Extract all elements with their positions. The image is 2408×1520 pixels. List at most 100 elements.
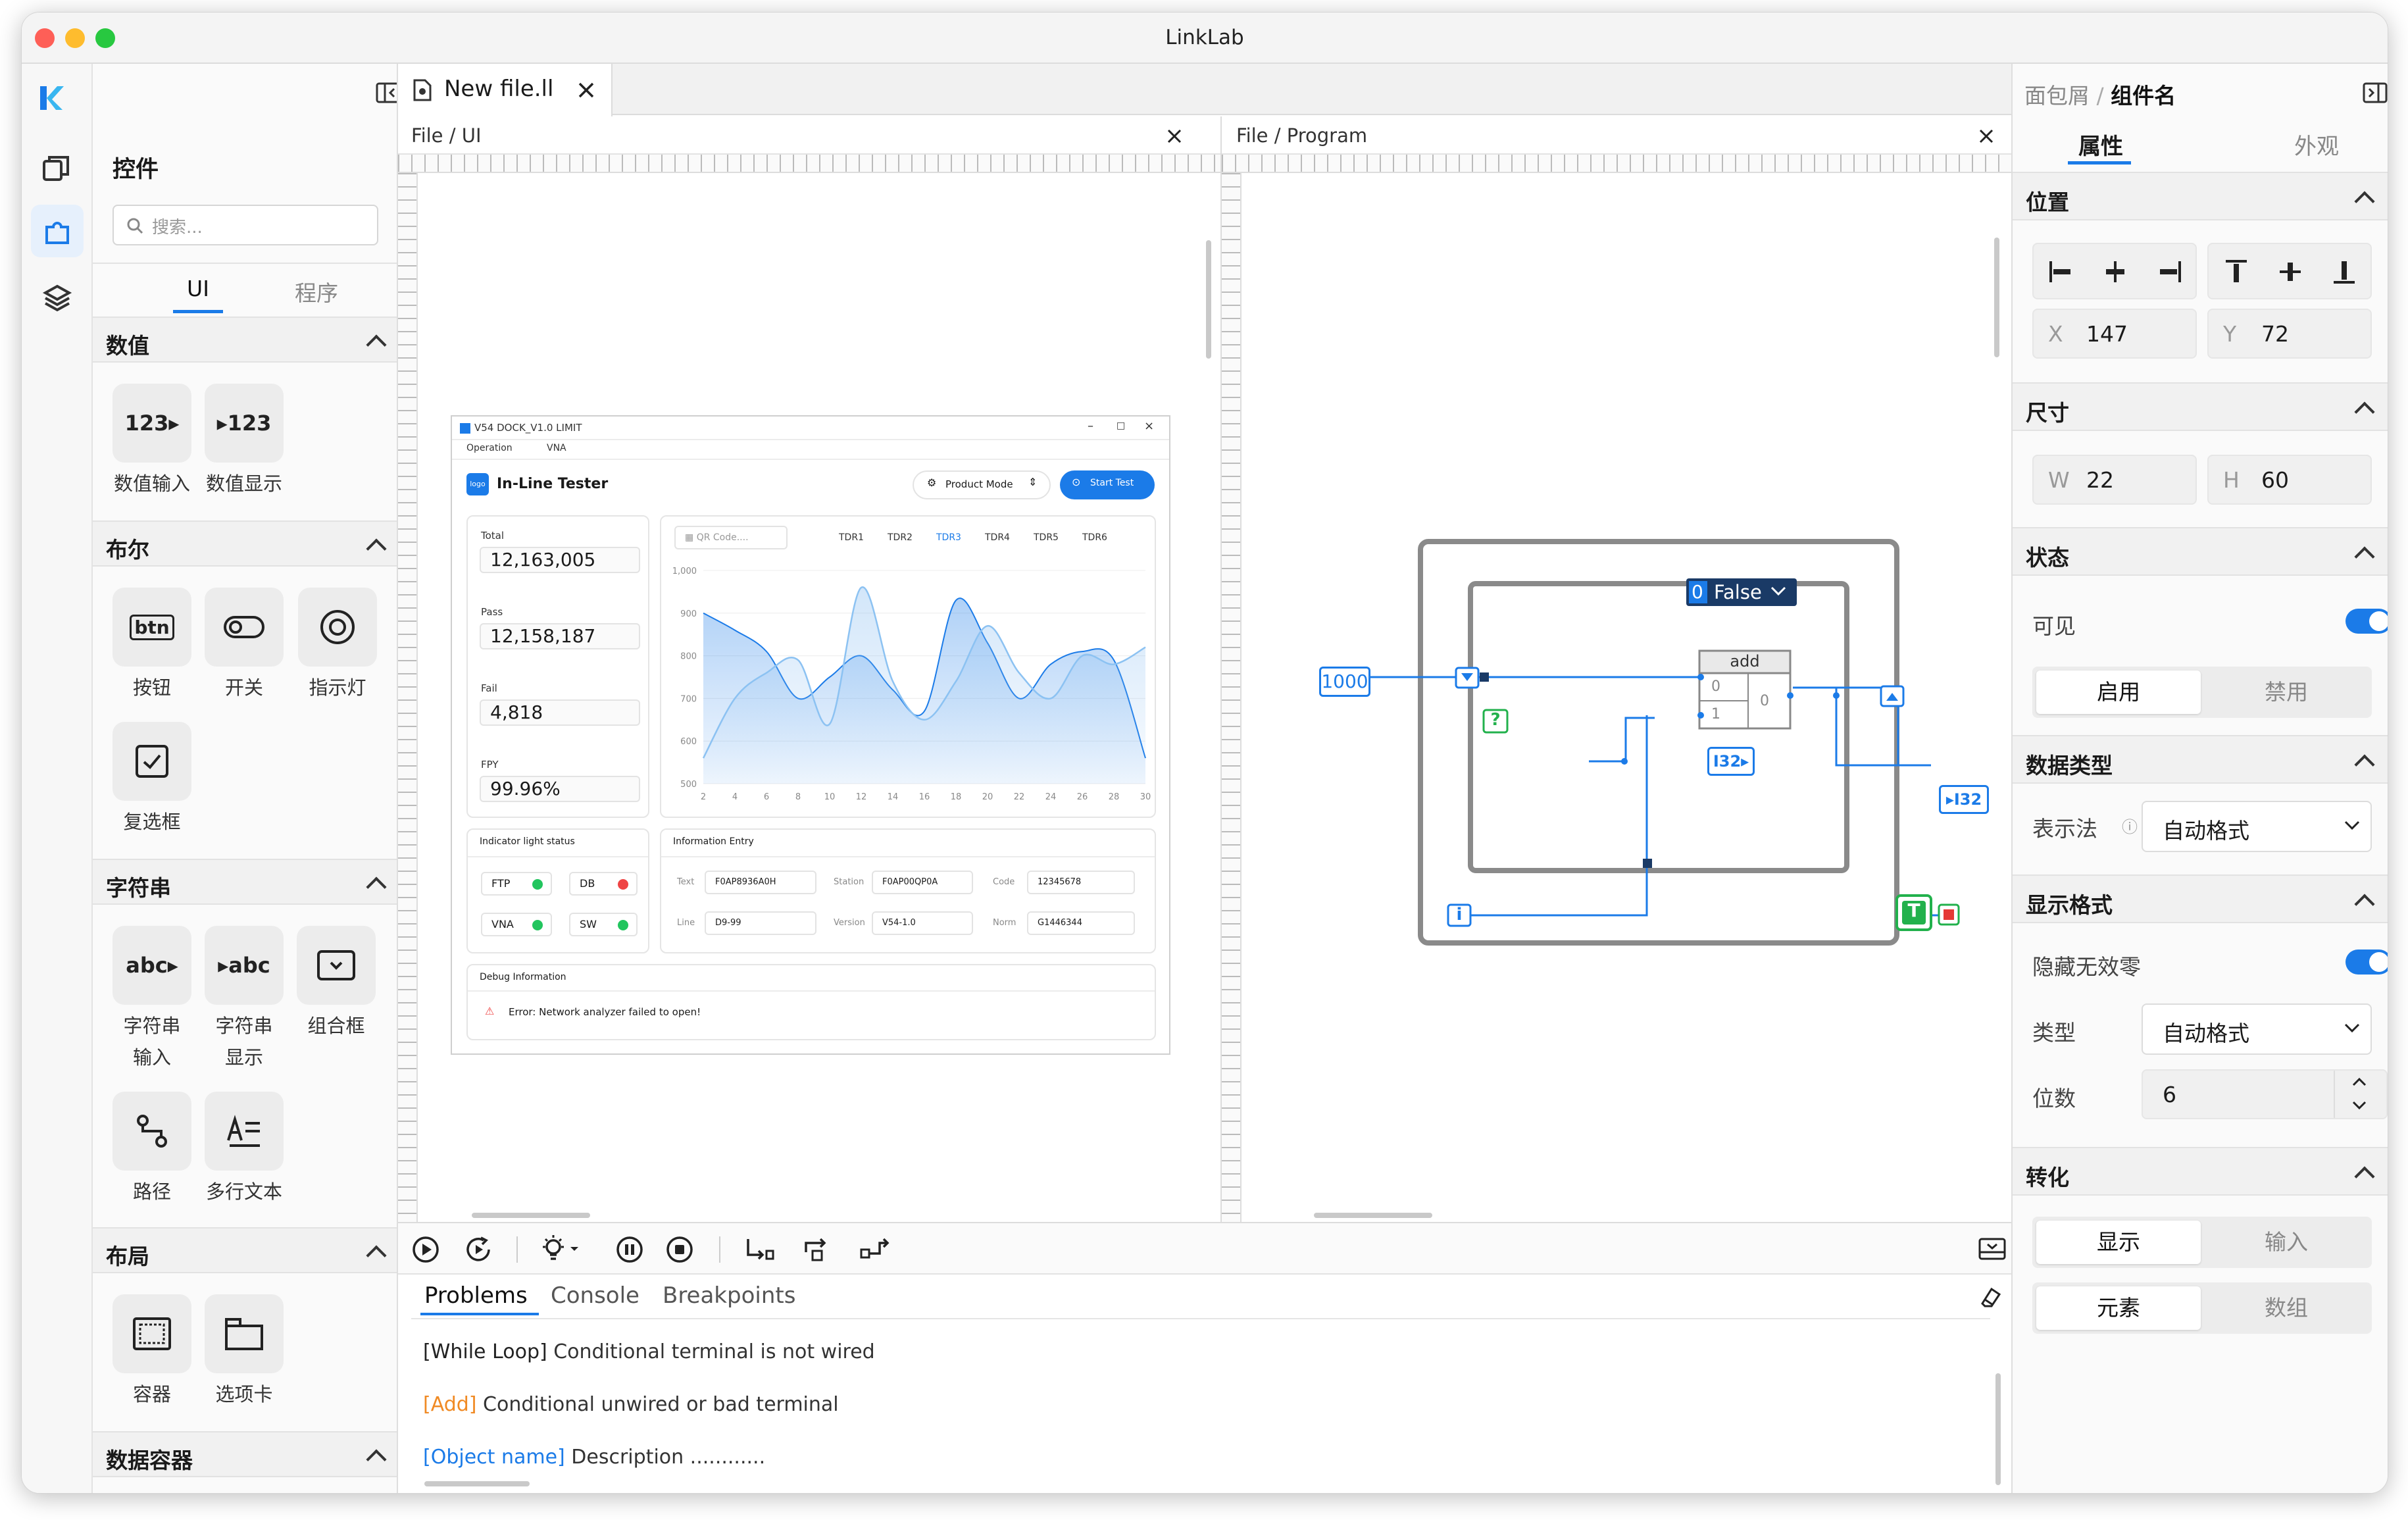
numeric-display-tile[interactable]: ▸123	[205, 384, 284, 463]
tab-appearance[interactable]: 外观	[2284, 128, 2349, 161]
scrollbar[interactable]	[472, 1213, 590, 1218]
puzzle-icon[interactable]	[41, 216, 73, 248]
tdr-tab-6[interactable]: TDR6	[1082, 532, 1107, 543]
breadcrumb-parent[interactable]: 面包屑	[2024, 83, 2090, 109]
search-input[interactable]: 搜索...	[113, 205, 378, 245]
section-numeric[interactable]: 数值	[93, 317, 397, 363]
combobox-tile[interactable]	[297, 926, 376, 1005]
x-field[interactable]: X 147	[2032, 309, 2197, 359]
wire[interactable]	[1897, 697, 1931, 767]
case-selector-label[interactable]: False	[1714, 581, 1762, 603]
path-tile[interactable]	[113, 1092, 191, 1171]
ui-preview-window[interactable]: V54 DOCK_V1.0 LIMIT – □ × Operation VNA …	[451, 415, 1170, 1055]
section-display-format[interactable]: 显示格式	[2013, 874, 2388, 923]
enable-option[interactable]: 启用	[2036, 671, 2201, 714]
tab-properties[interactable]: 属性	[2068, 128, 2134, 161]
eraser-icon[interactable]	[1977, 1285, 2002, 1310]
tab-breakpoints[interactable]: Breakpoints	[663, 1282, 795, 1309]
align-right-icon[interactable]	[2156, 260, 2182, 284]
info-text-field[interactable]: F0AP8936A0H	[705, 871, 816, 894]
preview-minimize-icon[interactable]: –	[1088, 419, 1093, 433]
align-left-icon[interactable]	[2048, 260, 2074, 284]
preview-menu-vna[interactable]: VNA	[547, 443, 566, 453]
port[interactable]	[1833, 692, 1840, 699]
close-pane-icon[interactable]	[1978, 128, 1994, 144]
preview-maximize-icon[interactable]: □	[1116, 420, 1125, 431]
repr-select[interactable]: 自动格式	[2142, 801, 2372, 852]
step-over-icon[interactable]	[801, 1234, 834, 1264]
preview-close-icon[interactable]: ×	[1144, 419, 1154, 433]
hide-zeros-toggle[interactable]	[2345, 950, 2388, 975]
disable-option[interactable]: 禁用	[2205, 671, 2368, 714]
string-input-tile[interactable]: abc▸	[113, 926, 191, 1005]
section-data-container[interactable]: 数据容器	[93, 1431, 397, 1477]
section-size[interactable]: 尺寸	[2013, 382, 2388, 431]
info-line-field[interactable]: D9-99	[705, 911, 816, 935]
visible-toggle[interactable]	[2345, 609, 2388, 634]
scrollbar[interactable]	[1995, 1373, 2001, 1485]
info-code-field[interactable]: 12345678	[1027, 871, 1135, 894]
pages-icon[interactable]	[40, 153, 72, 185]
numeric-constant[interactable]: 1000	[1319, 667, 1370, 697]
section-boolean[interactable]: 布尔	[93, 520, 397, 567]
section-state[interactable]: 状态	[2013, 527, 2388, 576]
align-middle-v-icon[interactable]	[2277, 259, 2303, 285]
close-tab-icon[interactable]	[577, 81, 595, 99]
tunnel[interactable]	[1643, 859, 1652, 868]
digits-stepper[interactable]: 6	[2142, 1069, 2388, 1119]
section-position[interactable]: 位置	[2013, 172, 2388, 220]
tunnel[interactable]	[1480, 672, 1489, 682]
switch-tile[interactable]	[205, 588, 284, 667]
preview-start-button[interactable]: ⊙ Start Test	[1060, 470, 1155, 499]
tabs-tile[interactable]	[205, 1294, 284, 1373]
tab-ui[interactable]: UI	[172, 276, 224, 301]
step-into-icon[interactable]	[743, 1235, 776, 1264]
scrollbar[interactable]	[424, 1481, 530, 1486]
tdr-tab-1[interactable]: TDR1	[839, 532, 864, 543]
close-pane-icon[interactable]	[1166, 128, 1182, 144]
layers-icon[interactable]	[41, 282, 73, 314]
array-option[interactable]: 数组	[2205, 1286, 2368, 1330]
section-data-type[interactable]: 数据类型	[2013, 735, 2388, 784]
tab-problems[interactable]: Problems	[424, 1282, 528, 1309]
section-layout[interactable]: 布局	[93, 1227, 397, 1273]
stop-icon[interactable]	[665, 1235, 694, 1264]
element-option[interactable]: 元素	[2036, 1286, 2201, 1330]
highlight-icon[interactable]	[540, 1234, 584, 1265]
problem-message[interactable]: [Object name] Description ............	[423, 1446, 765, 1469]
numeric-input-tile[interactable]: 123▸	[113, 384, 191, 463]
qr-code-input[interactable]: ▦ QR Code....	[674, 526, 788, 549]
port[interactable]	[1787, 692, 1793, 699]
info-norm-field[interactable]: G1446344	[1027, 911, 1135, 935]
section-string[interactable]: 字符串	[93, 859, 397, 905]
align-top-icon[interactable]	[2223, 259, 2249, 285]
height-field[interactable]: H 60	[2207, 455, 2372, 505]
pause-icon[interactable]	[615, 1235, 644, 1264]
collapse-panel-icon[interactable]	[376, 82, 398, 103]
chevron-up-icon[interactable]	[2352, 1077, 2367, 1086]
align-center-h-icon[interactable]	[2102, 260, 2128, 284]
multiline-text-tile[interactable]	[205, 1092, 284, 1171]
button-tile[interactable]: btn	[113, 588, 191, 667]
chevron-down-icon[interactable]	[2352, 1101, 2367, 1110]
type-select[interactable]: 自动格式	[2142, 1003, 2372, 1055]
port[interactable]	[1621, 758, 1628, 765]
display-option[interactable]: 显示	[2036, 1221, 2201, 1264]
toggle-panel-icon[interactable]	[1978, 1238, 2006, 1261]
port[interactable]	[1697, 674, 1704, 680]
checkbox-tile[interactable]	[113, 722, 191, 801]
run-continuous-icon[interactable]	[464, 1235, 493, 1264]
step-out-icon[interactable]	[859, 1235, 894, 1264]
info-version-field[interactable]: V54-1.0	[872, 911, 973, 935]
input-option[interactable]: 输入	[2205, 1221, 2368, 1264]
collapse-panel-icon[interactable]	[2363, 82, 2388, 103]
scrollbar[interactable]	[1206, 240, 1211, 359]
info-station-field[interactable]: F0AP00QP0A	[872, 871, 973, 894]
tab-new-file[interactable]: New file.ll	[398, 64, 613, 116]
problem-message[interactable]: [Add] Conditional unwired or bad termina…	[423, 1393, 839, 1416]
y-field[interactable]: Y 72	[2207, 309, 2372, 359]
indicator-tile[interactable]	[298, 588, 377, 667]
tab-program[interactable]: 程序	[284, 276, 349, 307]
info-icon[interactable]: ⓘ	[2122, 814, 2138, 837]
tdr-tab-2[interactable]: TDR2	[888, 532, 913, 543]
